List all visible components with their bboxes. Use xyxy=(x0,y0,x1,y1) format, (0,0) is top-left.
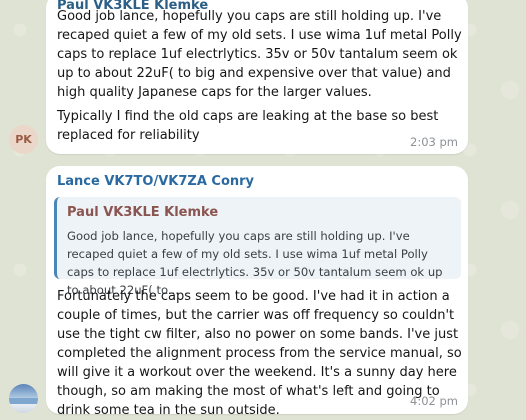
message-text: Fortunately the caps seem to be good. I'… xyxy=(57,289,462,418)
message-bubble[interactable]: Paul VK3KLE Klemke Good job lance, hopef… xyxy=(46,0,468,154)
reply-quote[interactable]: Paul VK3KLE Klemke Good job lance, hopef… xyxy=(54,197,461,297)
message-text: Good job lance, hopefully you caps are s… xyxy=(57,9,462,100)
message-time: 2:03 pm xyxy=(410,135,458,149)
avatar[interactable] xyxy=(9,384,38,413)
avatar[interactable]: PK xyxy=(9,125,38,154)
quote-sender: Paul VK3KLE Klemke xyxy=(67,205,219,220)
profile-photo-icon xyxy=(9,398,38,404)
message-time: 4:02 pm xyxy=(410,394,458,408)
message-bubble[interactable]: Lance VK7TO/VK7ZA Conry Paul VK3KLE Klem… xyxy=(46,166,468,418)
message-sender[interactable]: Lance VK7TO/VK7ZA Conry xyxy=(57,174,254,189)
message-text: Typically I find the old caps are leakin… xyxy=(57,109,439,143)
